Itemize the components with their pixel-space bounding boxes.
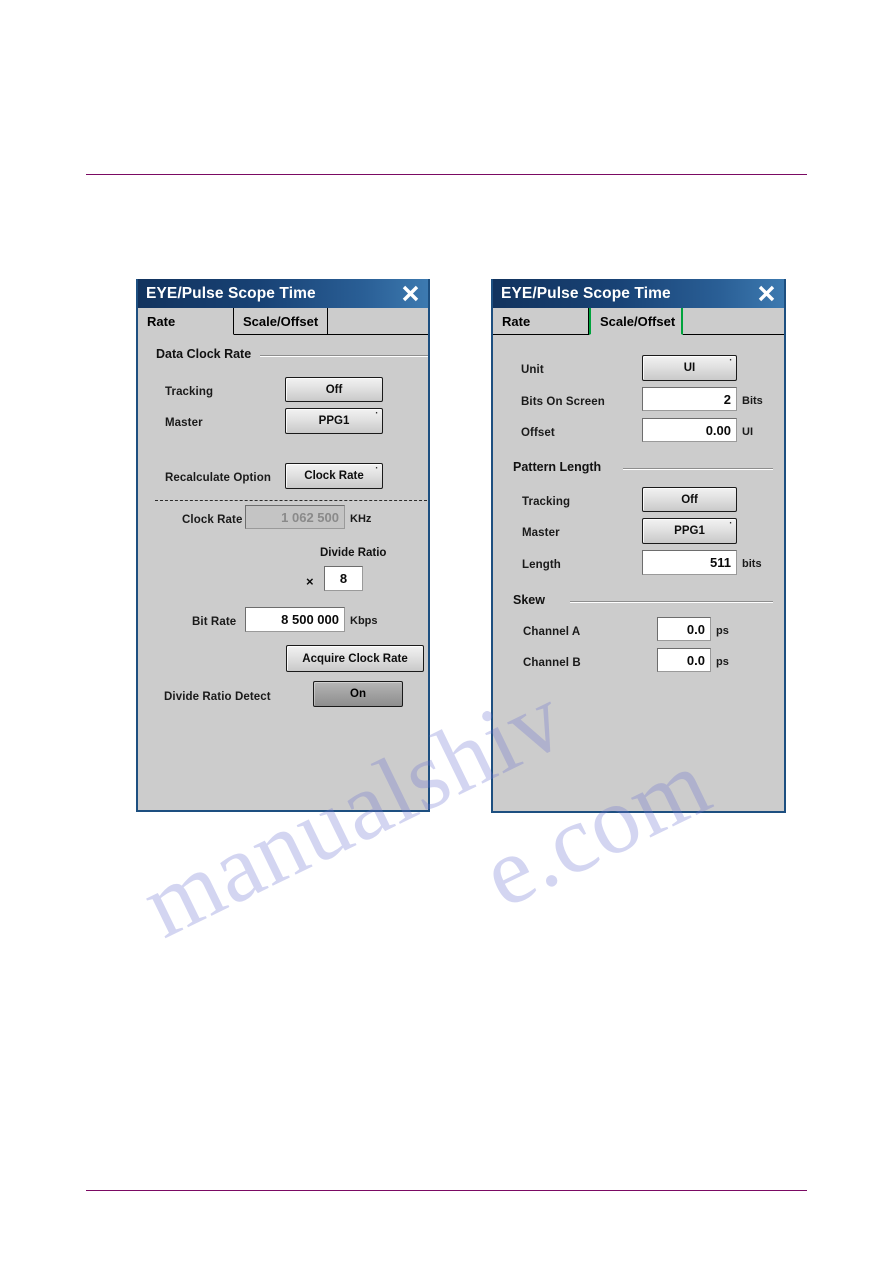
recalculate-option-value: Clock Rate xyxy=(304,470,364,482)
channel-a-skew-value: 0.0 xyxy=(686,621,705,637)
clock-rate-unit: KHz xyxy=(350,513,372,525)
group-rule-data-clock-rate xyxy=(260,355,428,357)
master-value: PPG1 xyxy=(674,525,705,537)
close-icon[interactable] xyxy=(398,281,423,306)
length-unit: bits xyxy=(742,558,762,570)
label-recalculate-option: Recalculate Option xyxy=(165,472,271,484)
bit-rate-field[interactable]: 8 500 000 xyxy=(245,607,345,632)
page-header-rule xyxy=(86,174,807,176)
label-length: Length xyxy=(522,559,561,571)
tab-rate[interactable]: Rate xyxy=(138,308,234,335)
channel-b-skew-unit: ps xyxy=(716,656,729,668)
scale-offset-panel-body: Unit ‧ UI Bits On Screen 2 Bits Offset 0… xyxy=(493,335,784,811)
group-title-skew: Skew xyxy=(513,593,545,607)
acquire-clock-rate-button[interactable]: Acquire Clock Rate xyxy=(286,645,424,672)
tab-scale-offset-label: Scale/Offset xyxy=(600,313,676,329)
tab-scale-offset-label: Scale/Offset xyxy=(243,313,319,329)
tab-scale-offset[interactable]: Scale/Offset xyxy=(234,308,328,335)
unit-button[interactable]: ‧ UI xyxy=(642,355,737,381)
channel-b-skew-field[interactable]: 0.0 xyxy=(657,648,711,672)
tracking-value: Off xyxy=(325,383,343,396)
acquire-clock-rate-label: Acquire Clock Rate xyxy=(302,652,408,665)
rate-panel-body: Data Clock Rate Tracking Off Master ‧ PP… xyxy=(138,335,428,810)
tabstrip-scale-offset: Rate Scale/Offset xyxy=(493,308,784,335)
label-bit-rate: Bit Rate xyxy=(192,616,237,628)
bit-rate-unit: Kbps xyxy=(350,615,378,627)
unit-value: UI xyxy=(683,362,696,374)
divide-ratio-value: 8 xyxy=(339,571,348,586)
offset-value: 0.00 xyxy=(705,422,731,438)
dropdown-marker-icon: ‧ xyxy=(375,408,378,418)
dropdown-marker-icon: ‧ xyxy=(729,518,732,528)
tabstrip-rate: Rate Scale/Offset xyxy=(138,308,428,335)
dropdown-marker-icon: ‧ xyxy=(729,355,732,365)
separator-dashed xyxy=(155,500,427,501)
divide-ratio-detect-value: On xyxy=(350,688,366,700)
tab-rate-label: Rate xyxy=(502,313,531,329)
dialog-title: EYE/Pulse Scope Time xyxy=(501,284,671,302)
label-offset: Offset xyxy=(521,427,555,439)
offset-field[interactable]: 0.00 xyxy=(642,418,737,442)
dialog-title: EYE/Pulse Scope Time xyxy=(146,284,316,302)
master-button[interactable]: ‧ PPG1 xyxy=(285,408,383,434)
divide-ratio-field[interactable]: 8 xyxy=(324,566,363,591)
label-unit: Unit xyxy=(521,364,544,376)
label-divide-ratio-detect: Divide Ratio Detect xyxy=(164,691,271,703)
bit-rate-value: 8 500 000 xyxy=(281,612,339,627)
bits-on-screen-value: 2 xyxy=(723,391,731,407)
titlebar-scale-offset: EYE/Pulse Scope Time xyxy=(493,279,784,308)
multiply-sign: × xyxy=(306,574,314,589)
label-channel-b: Channel B xyxy=(523,657,581,669)
master-value: PPG1 xyxy=(318,415,350,427)
group-rule-skew xyxy=(570,601,773,603)
bits-on-screen-field[interactable]: 2 xyxy=(642,387,737,411)
titlebar-rate: EYE/Pulse Scope Time xyxy=(138,279,428,308)
label-divide-ratio: Divide Ratio xyxy=(320,547,387,559)
label-master: Master xyxy=(522,527,560,539)
label-tracking: Tracking xyxy=(165,386,214,398)
tab-rate[interactable]: Rate xyxy=(493,308,589,335)
label-tracking: Tracking xyxy=(522,496,571,508)
offset-unit: UI xyxy=(742,426,753,438)
tabstrip-filler xyxy=(683,308,784,335)
tracking-value: Off xyxy=(681,493,698,506)
eye-pulse-scope-time-rate-dialog: EYE/Pulse Scope Time Rate Scale/Offset D… xyxy=(136,279,430,812)
tabstrip-filler xyxy=(328,308,428,335)
label-bits-on-screen: Bits On Screen xyxy=(521,396,605,408)
close-icon[interactable] xyxy=(754,281,779,306)
channel-a-skew-unit: ps xyxy=(716,625,729,637)
channel-b-skew-value: 0.0 xyxy=(686,652,705,668)
eye-pulse-scope-time-scale-offset-dialog: EYE/Pulse Scope Time Rate Scale/Offset U… xyxy=(491,279,786,813)
divide-ratio-detect-button[interactable]: On xyxy=(313,681,403,707)
channel-a-skew-field[interactable]: 0.0 xyxy=(657,617,711,641)
length-value: 511 xyxy=(710,555,731,570)
group-title-data-clock-rate: Data Clock Rate xyxy=(156,347,252,361)
group-title-pattern-length: Pattern Length xyxy=(513,460,602,474)
length-field[interactable]: 511 xyxy=(642,550,737,575)
page-footer-rule xyxy=(86,1190,807,1192)
clock-rate-value: 1 062 500 xyxy=(281,509,339,525)
label-clock-rate: Clock Rate xyxy=(182,514,243,526)
group-rule-pattern-length xyxy=(623,468,773,470)
tracking-button[interactable]: Off xyxy=(285,377,383,402)
label-channel-a: Channel A xyxy=(523,626,581,638)
tab-rate-label: Rate xyxy=(147,313,176,329)
recalculate-option-button[interactable]: ‧ Clock Rate xyxy=(285,463,383,489)
clock-rate-field: 1 062 500 xyxy=(245,505,345,529)
dropdown-marker-icon: ‧ xyxy=(375,463,378,473)
tracking-button[interactable]: Off xyxy=(642,487,737,512)
master-button[interactable]: ‧ PPG1 xyxy=(642,518,737,544)
tab-scale-offset[interactable]: Scale/Offset xyxy=(589,308,683,335)
label-master: Master xyxy=(165,417,203,429)
bits-on-screen-unit: Bits xyxy=(742,395,763,407)
